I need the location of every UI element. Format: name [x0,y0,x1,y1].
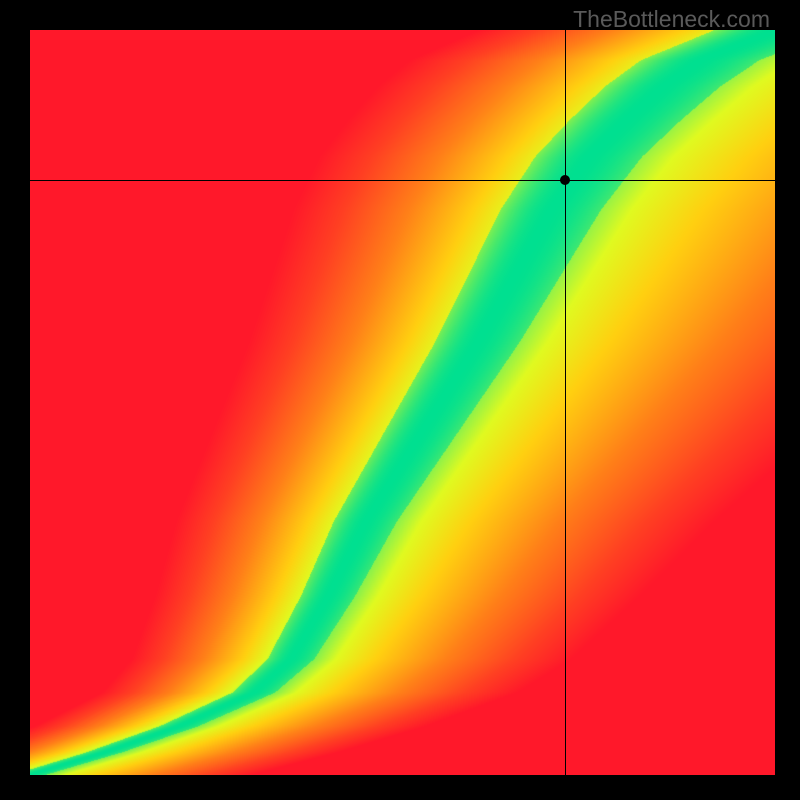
watermark-label: TheBottleneck.com [573,6,770,33]
crosshair-horizontal [30,180,775,181]
data-point-marker [560,175,570,185]
chart-container: TheBottleneck.com [0,0,800,800]
heatmap-plot [30,30,775,775]
crosshair-vertical [565,30,566,775]
heatmap-canvas [30,30,775,775]
